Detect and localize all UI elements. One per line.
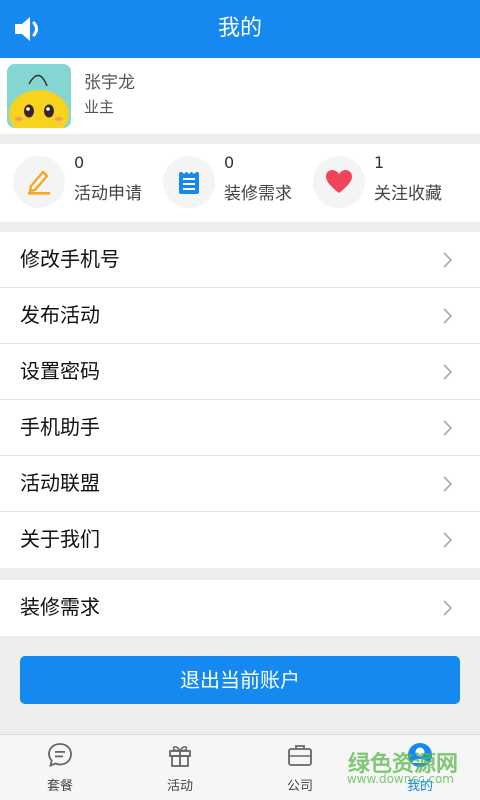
stats-bar: 0 活动申请 0 装修需求 1 关注收藏 bbox=[0, 144, 480, 222]
profile-card[interactable]: 张宇龙 业主 bbox=[0, 58, 480, 134]
tab-company[interactable]: 公司 bbox=[240, 735, 360, 800]
stat-count: 1 bbox=[374, 153, 385, 172]
tab-label: 公司 bbox=[286, 779, 313, 794]
chevron-right-icon bbox=[443, 600, 452, 616]
top-bar: 我的 bbox=[0, 0, 480, 58]
menu-item-set-password[interactable]: 设置密码 bbox=[0, 344, 480, 400]
menu-item-renovation-requests[interactable]: 装修需求 bbox=[0, 580, 480, 636]
user-name: 张宇龙 bbox=[84, 73, 135, 93]
stat-label: 关注收藏 bbox=[374, 184, 442, 204]
chevron-right-icon bbox=[443, 308, 452, 324]
chat-bubble-icon bbox=[48, 743, 72, 767]
user-role: 业主 bbox=[84, 98, 115, 116]
tab-activities[interactable]: 活动 bbox=[120, 735, 240, 800]
menu-item-publish-activity[interactable]: 发布活动 bbox=[0, 288, 480, 344]
stat-favorites[interactable]: 1 关注收藏 bbox=[300, 144, 450, 222]
watermark-url: www.downcc.com bbox=[346, 772, 454, 786]
tab-label: 套餐 bbox=[46, 779, 73, 794]
menu-item-activity-alliance[interactable]: 活动联盟 bbox=[0, 456, 480, 512]
stat-label: 活动申请 bbox=[74, 184, 142, 204]
stat-label: 装修需求 bbox=[224, 184, 292, 204]
menu-item-change-phone[interactable]: 修改手机号 bbox=[0, 232, 480, 288]
menu-item-label: 设置密码 bbox=[20, 359, 100, 383]
chevron-right-icon bbox=[443, 532, 452, 548]
notepad-icon bbox=[163, 156, 215, 208]
chevron-right-icon bbox=[443, 420, 452, 436]
tab-label: 活动 bbox=[166, 779, 193, 794]
logout-button[interactable]: 退出当前账户 bbox=[20, 656, 460, 704]
menu-item-label: 修改手机号 bbox=[20, 247, 120, 271]
stat-count: 0 bbox=[224, 153, 235, 172]
pencil-icon bbox=[13, 156, 65, 208]
menu-item-label: 装修需求 bbox=[20, 595, 100, 619]
menu-item-label: 关于我们 bbox=[20, 527, 100, 551]
briefcase-icon bbox=[288, 745, 312, 766]
stat-count: 0 bbox=[74, 153, 85, 172]
settings-menu: 修改手机号 发布活动 设置密码 手机助手 活动联盟 关于我们 bbox=[0, 232, 480, 568]
page-title: 我的 bbox=[217, 16, 262, 41]
tab-packages[interactable]: 套餐 bbox=[0, 735, 120, 800]
menu-item-label: 手机助手 bbox=[20, 415, 100, 439]
avatar bbox=[7, 64, 71, 128]
stat-activity-applications[interactable]: 0 活动申请 bbox=[0, 144, 150, 222]
gift-icon bbox=[169, 745, 191, 767]
menu-item-label: 发布活动 bbox=[20, 303, 100, 327]
menu-item-label: 活动联盟 bbox=[20, 471, 100, 495]
stat-renovation-requests[interactable]: 0 装修需求 bbox=[150, 144, 300, 222]
menu-item-phone-assistant[interactable]: 手机助手 bbox=[0, 400, 480, 456]
chevron-right-icon bbox=[443, 476, 452, 492]
menu-item-about-us[interactable]: 关于我们 bbox=[0, 512, 480, 568]
chevron-right-icon bbox=[443, 364, 452, 380]
chevron-right-icon bbox=[443, 252, 452, 268]
settings-menu-secondary: 装修需求 bbox=[0, 580, 480, 636]
heart-icon bbox=[313, 156, 365, 208]
